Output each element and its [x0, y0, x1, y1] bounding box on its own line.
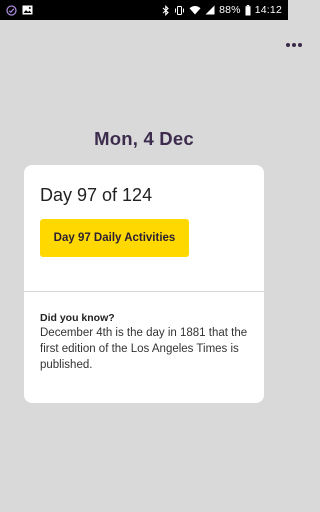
card-divider: [24, 291, 264, 292]
more-dots-icon: [286, 43, 290, 47]
more-dots-icon-dot-3: [298, 43, 302, 47]
status-bar: 88% 14:12: [0, 0, 288, 20]
more-dots-icon-dot-2: [292, 43, 296, 47]
day-card: Day 97 of 124 Day 97 Daily Activities Di…: [24, 165, 264, 403]
day-counter: Day 97 of 124: [40, 185, 153, 205]
date-title: Mon, 4 Dec: [94, 128, 194, 149]
bluetooth-icon: [162, 4, 170, 16]
image-icon: [22, 5, 33, 15]
clock: 14:12: [254, 4, 282, 16]
status-right-icons: 88% 14:12: [162, 4, 282, 16]
daily-activities-button[interactable]: Day 97 Daily Activities: [40, 219, 189, 257]
battery-percent: 88%: [219, 4, 241, 16]
fact-heading: Did you know?: [40, 312, 115, 324]
vibrate-icon: [174, 5, 185, 16]
battery-icon: [245, 4, 251, 16]
fact-body: December 4th is the day in 1881 that the…: [40, 327, 248, 371]
signal-icon: [205, 5, 215, 15]
more-options-button[interactable]: [282, 36, 306, 54]
status-left-icons: [6, 4, 33, 16]
wifi-icon: [189, 5, 201, 15]
app-notification-icon: [6, 4, 17, 16]
